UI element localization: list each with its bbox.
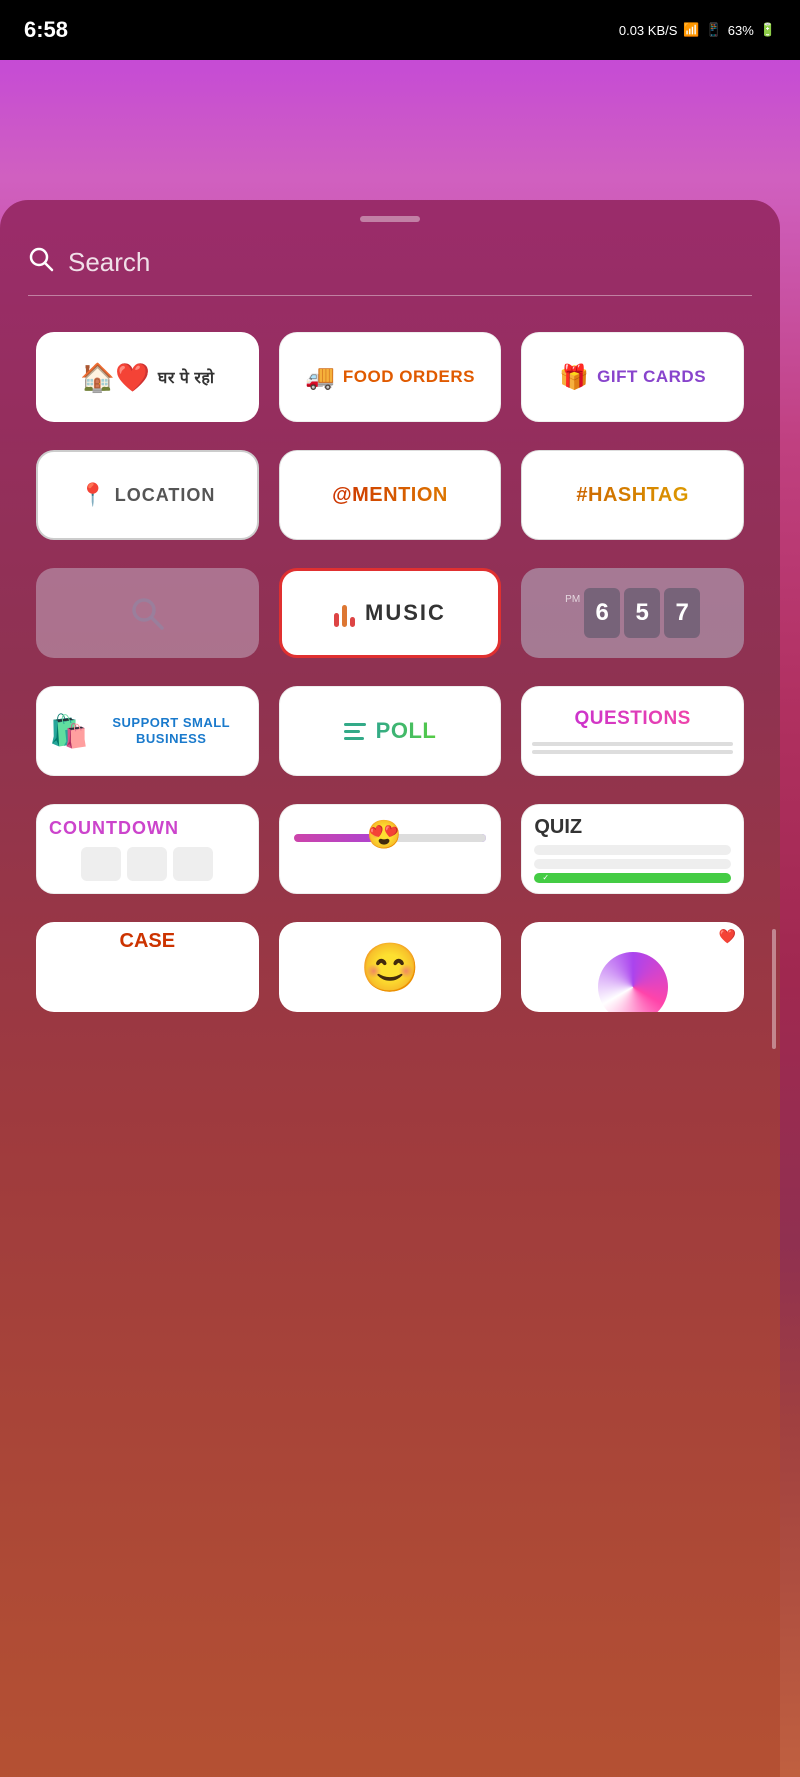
questions-line-1 <box>532 742 733 746</box>
clock-hour-tens: 6 <box>584 588 620 638</box>
clock-display: PM 6 5 7 <box>565 588 700 638</box>
music-label: MUSIC <box>365 600 446 626</box>
sticker-grid: 🏠❤️ घर पे रहो 🚚 FOOD ORDERS 🎁 GIFT CARDS… <box>28 332 752 894</box>
sticker-music[interactable]: MUSIC <box>279 568 502 658</box>
location-icon: 📍 <box>79 482 106 508</box>
sticker-gradient-circle[interactable]: ❤️ <box>521 922 744 1012</box>
sticker-emoji-slider[interactable]: 😍 <box>279 804 502 894</box>
quiz-title: QUIZ <box>534 816 582 839</box>
support-icon: 🛍️ <box>49 712 89 750</box>
countdown-label: COUNTDOWN <box>45 818 179 839</box>
sticker-face[interactable]: 😊 <box>279 922 502 1012</box>
sticker-picker-sheet: Search 🏠❤️ घर पे रहो 🚚 FOOD ORDERS 🎁 GIF… <box>0 200 780 1777</box>
clock-minute-tens: 5 <box>624 588 660 638</box>
questions-label: QUESTIONS <box>574 708 690 730</box>
case-label: CASE <box>120 930 176 953</box>
emoji-slider-container: 😍 <box>294 824 487 874</box>
search-sticker-icon <box>127 593 167 633</box>
heart-icon: ❤️ <box>719 928 736 945</box>
gift-icon: 🎁 <box>559 363 589 392</box>
search-placeholder[interactable]: Search <box>68 247 150 278</box>
poll-icon <box>344 723 366 740</box>
hashtag-label: #HASHTAG <box>576 484 689 507</box>
food-icon: 🚚 <box>305 363 335 392</box>
sticker-location[interactable]: 📍 LOCATION <box>36 450 259 540</box>
questions-line-2 <box>532 750 733 754</box>
quiz-option-correct: ✓ <box>534 873 731 883</box>
scrollbar-hint <box>772 929 776 1049</box>
clock-pm: PM <box>565 594 580 605</box>
gift-label: GIFT CARDS <box>597 367 706 387</box>
quiz-option-1 <box>534 845 731 855</box>
face-emoji: 😊 <box>360 939 420 996</box>
ghar-icon: 🏠❤️ <box>80 361 150 394</box>
status-icons: 0.03 KB/S 📶 📱 63% 🔋 <box>619 22 776 38</box>
signal-icon: 📱 <box>706 22 722 38</box>
poll-line-3 <box>344 737 364 740</box>
sticker-case[interactable]: CASE <box>36 922 259 1012</box>
sticker-poll[interactable]: POLL <box>279 686 502 776</box>
location-label: LOCATION <box>115 485 216 506</box>
poll-label: POLL <box>376 718 437 744</box>
food-label: FOOD ORDERS <box>343 367 475 387</box>
slider-empty-right <box>390 834 486 842</box>
sticker-ghar-pe-raho[interactable]: 🏠❤️ घर पे रहो <box>36 332 259 422</box>
countdown-block-2 <box>127 847 167 881</box>
mention-label: @MENTION <box>332 484 448 507</box>
sticker-hashtag[interactable]: #HASHTAG <box>521 450 744 540</box>
music-bar-1 <box>334 613 339 627</box>
quiz-options: ✓ <box>534 845 731 883</box>
sticker-countdown[interactable]: COUNTDOWN <box>36 804 259 894</box>
sticker-mention[interactable]: @MENTION <box>279 450 502 540</box>
support-label: SUPPORT SMALL BUSINESS <box>97 715 246 746</box>
slider-emoji: 😍 <box>367 818 402 851</box>
sticker-support-small-business[interactable]: 🛍️ SUPPORT SMALL BUSINESS <box>36 686 259 776</box>
sticker-food-orders[interactable]: 🚚 FOOD ORDERS <box>279 332 502 422</box>
poll-line-2 <box>344 730 360 733</box>
sticker-row-6: CASE 😊 ❤️ <box>28 922 752 1012</box>
sticker-quiz[interactable]: QUIZ ✓ <box>521 804 744 894</box>
ghar-label: घर पे रहो <box>158 366 215 388</box>
sheet-handle <box>360 216 420 222</box>
poll-line-1 <box>344 723 366 726</box>
status-time: 6:58 <box>24 17 68 43</box>
quiz-check-icon: ✓ <box>542 873 549 882</box>
quiz-option-2 <box>534 859 731 869</box>
sticker-clock[interactable]: PM 6 5 7 <box>521 568 744 658</box>
music-bar-3 <box>350 617 355 627</box>
sticker-questions[interactable]: QUESTIONS <box>521 686 744 776</box>
wifi-icon: 📶 <box>683 22 699 38</box>
sticker-search[interactable] <box>36 568 259 658</box>
countdown-block-3 <box>173 847 213 881</box>
countdown-block-1 <box>81 847 121 881</box>
slider-track: 😍 <box>294 834 487 842</box>
search-icon <box>28 246 54 279</box>
countdown-blocks <box>81 847 213 881</box>
sticker-gift-cards[interactable]: 🎁 GIFT CARDS <box>521 332 744 422</box>
battery-icon: 🔋 <box>760 22 776 38</box>
gradient-circle-shape <box>598 952 668 1012</box>
music-bars-icon <box>334 599 355 627</box>
clock-minute-ones: 7 <box>664 588 700 638</box>
search-bar[interactable]: Search <box>28 246 752 296</box>
music-bar-2 <box>342 605 347 627</box>
status-bar: 6:58 0.03 KB/S 📶 📱 63% 🔋 <box>0 0 800 60</box>
questions-lines <box>532 738 733 754</box>
network-speed: 0.03 KB/S <box>619 23 678 38</box>
battery-label: 63% <box>728 23 754 38</box>
